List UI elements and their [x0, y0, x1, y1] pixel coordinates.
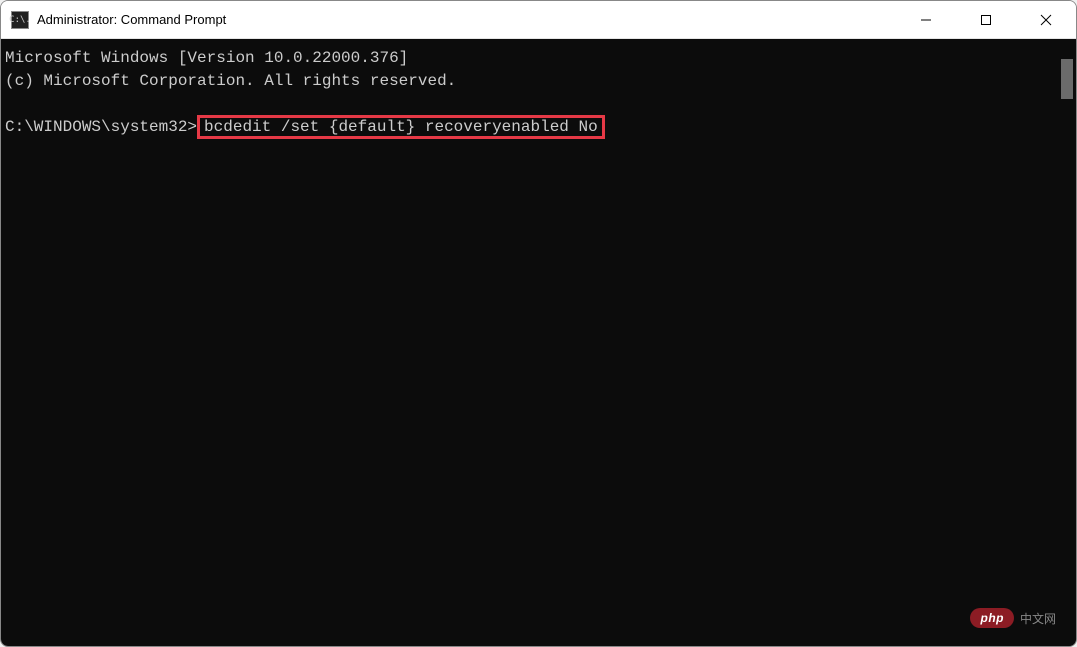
scrollbar-thumb[interactable] — [1061, 59, 1073, 99]
terminal-area[interactable]: Microsoft Windows [Version 10.0.22000.37… — [1, 39, 1076, 646]
watermark-badge: php — [970, 608, 1014, 628]
close-icon — [1040, 14, 1052, 26]
command-prompt-window: C:\. Administrator: Command Prompt — [0, 0, 1077, 647]
window-controls — [896, 1, 1076, 38]
app-icon: C:\. — [11, 11, 29, 29]
terminal-content[interactable]: Microsoft Windows [Version 10.0.22000.37… — [1, 39, 1058, 646]
copyright-line: (c) Microsoft Corporation. All rights re… — [5, 72, 456, 90]
watermark-text: 中文网 — [1020, 610, 1056, 627]
highlighted-command: bcdedit /set {default} recoveryenabled N… — [197, 115, 605, 139]
version-line: Microsoft Windows [Version 10.0.22000.37… — [5, 49, 408, 67]
maximize-icon — [980, 14, 992, 26]
watermark: php 中文网 — [970, 608, 1056, 628]
maximize-button[interactable] — [956, 1, 1016, 38]
scrollbar[interactable] — [1058, 39, 1076, 646]
prompt-text: C:\WINDOWS\system32> — [5, 118, 197, 136]
close-button[interactable] — [1016, 1, 1076, 38]
window-titlebar[interactable]: C:\. Administrator: Command Prompt — [1, 1, 1076, 39]
window-title: Administrator: Command Prompt — [37, 12, 896, 27]
minimize-button[interactable] — [896, 1, 956, 38]
minimize-icon — [920, 14, 932, 26]
